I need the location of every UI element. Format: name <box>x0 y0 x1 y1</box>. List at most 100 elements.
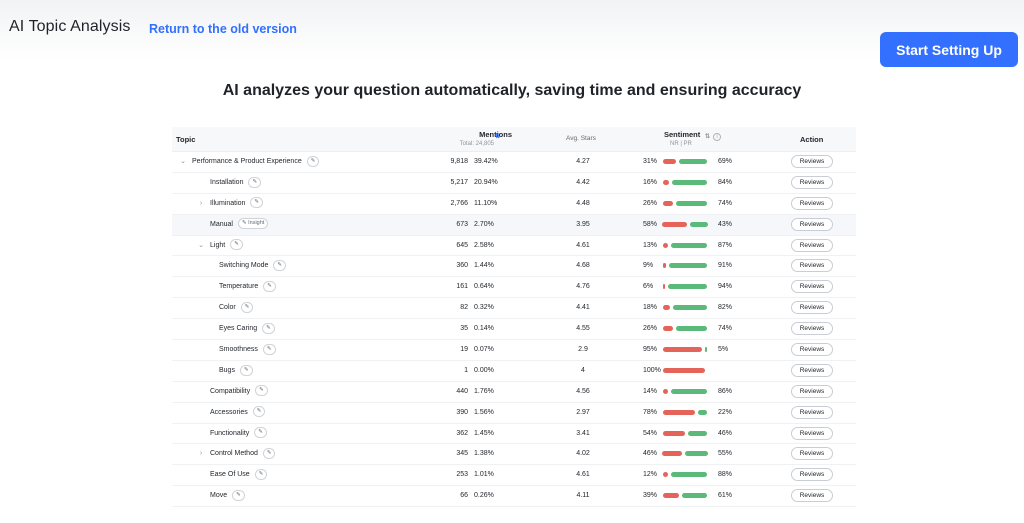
reviews-button[interactable]: Reviews <box>791 363 833 377</box>
mention-count: 161 <box>456 283 468 291</box>
edit-tag[interactable]: ✎ <box>306 155 320 167</box>
edit-tag[interactable]: ✎ <box>254 427 267 439</box>
edit-tag[interactable]: ✎ <box>232 489 245 501</box>
table-row[interactable]: Color ✎ 82 0.32% 4.41 18% 82% Reviews <box>172 298 856 320</box>
table-row[interactable]: Installation ✎ 5,217 20.94% 4.42 16% 84% Review… <box>172 173 856 194</box>
col-mentions[interactable]: Mentions <box>456 130 512 139</box>
positive-rate: 94% <box>718 283 733 291</box>
topic-label: Temperature <box>219 283 259 291</box>
avg-stars: 4.11 <box>576 492 590 500</box>
edit-icon: ✎ <box>241 220 247 227</box>
avg-stars: 4.56 <box>576 387 590 395</box>
positive-bar <box>669 263 708 269</box>
table-row[interactable]: Bugs ✎ 1 0.00% 4 100% Reviews <box>172 361 856 382</box>
table-row[interactable]: ⌄ Light ✎ 645 2.58% 4.61 13% 87% Reviews <box>172 236 856 257</box>
positive-bar <box>688 430 708 436</box>
action-cell: Reviews <box>791 444 833 464</box>
table-row[interactable]: Accessories ✎ 390 1.56% 2.97 78% 22% Reviews <box>172 403 856 424</box>
mention-percent: 20.94% <box>474 178 498 186</box>
reviews-button[interactable]: Reviews <box>791 489 833 503</box>
start-setting-up-button[interactable]: Start Setting Up <box>880 32 1018 67</box>
table-row[interactable]: Smoothness ✎ 19 0.07% 2.9 95% 5% Reviews <box>172 340 856 361</box>
action-cell: Reviews <box>791 486 833 506</box>
edit-icon: ✎ <box>254 199 260 206</box>
mention-count: 362 <box>456 429 468 437</box>
table-row[interactable]: Manual ✎ Insight 673 2.70% 3.95 58% 43% Reviews <box>172 214 856 236</box>
mention-count: 645 <box>456 241 468 249</box>
topic-name: Temperature ✎ <box>219 277 276 297</box>
chevron-icon[interactable]: › <box>197 194 205 214</box>
edit-tag[interactable]: ✎ <box>248 176 262 188</box>
table-row[interactable]: Eyes Caring ✎ 35 0.14% 4.55 26% 74% Reviews <box>172 319 856 341</box>
table-row[interactable]: Switching Mode ✎ 360 1.44% 4.68 9% 91% Reviews <box>172 256 856 278</box>
action-cell: Reviews <box>791 215 833 235</box>
topic-label: Functionality <box>210 429 250 437</box>
table-row[interactable]: Functionality ✎ 362 1.45% 3.41 54% 46% Reviews <box>172 424 856 445</box>
edit-tag[interactable]: ✎ <box>239 364 253 376</box>
table-row[interactable]: › Control Method ✎ 345 1.38% 4.02 46% 55% Review… <box>172 444 856 466</box>
reviews-button[interactable]: Reviews <box>791 384 833 398</box>
edit-tag[interactable]: ✎ <box>252 406 266 418</box>
edit-tag[interactable]: ✎ <box>262 322 275 334</box>
mention-percent: 0.14% <box>474 325 494 333</box>
edit-tag[interactable]: ✎ <box>262 448 276 460</box>
reviews-button[interactable]: Reviews <box>791 196 833 210</box>
topic-name: Ease Of Use ✎ <box>210 465 268 485</box>
positive-rate: 43% <box>718 220 733 228</box>
reviews-button[interactable]: Reviews <box>791 217 833 231</box>
edit-icon: ✎ <box>259 387 264 394</box>
positive-rate: 84% <box>718 178 733 186</box>
table-row[interactable]: › Illumination ✎ 2,766 11.10% 4.48 26% 74% Revie… <box>172 194 856 215</box>
old-version-link[interactable]: Return to the old version <box>149 22 297 36</box>
edit-tag[interactable]: ✎ <box>262 343 276 355</box>
chevron-icon[interactable]: ⌄ <box>179 152 187 172</box>
table-row[interactable]: Ease Of Use ✎ 253 1.01% 4.61 12% 88% Reviews <box>172 465 856 487</box>
action-cell: Reviews <box>791 340 833 360</box>
reviews-button[interactable]: Reviews <box>791 238 833 252</box>
table-row[interactable]: Compatibility ✎ 440 1.76% 4.56 14% 86% Reviews <box>172 382 856 403</box>
table-row[interactable]: ⌄ Performance & Product Experience ✎ 9,818 3… <box>172 152 856 173</box>
col-sentiment[interactable]: Sentiment <box>664 130 700 139</box>
reviews-button[interactable]: Reviews <box>791 343 833 357</box>
topic-name: Switching Mode ✎ <box>219 256 287 276</box>
chevron-icon[interactable]: › <box>197 444 205 464</box>
mention-percent: 1.76% <box>474 387 494 395</box>
mention-percent: 2.70% <box>474 220 494 228</box>
negative-bar <box>662 430 686 436</box>
tag-label: Insight <box>248 220 265 227</box>
mention-percent: 1.38% <box>474 450 494 458</box>
reviews-button[interactable]: Reviews <box>791 322 833 336</box>
sort-icon[interactable]: ⇅ <box>705 133 710 140</box>
edit-tag[interactable]: ✎ Insight <box>237 218 269 230</box>
edit-tag[interactable]: ✎ <box>255 385 268 397</box>
reviews-button[interactable]: Reviews <box>791 155 833 168</box>
table-row[interactable]: Temperature ✎ 161 0.64% 4.76 6% 94% Reviews <box>172 277 856 299</box>
info-icon[interactable]: i <box>713 133 721 141</box>
edit-tag[interactable]: ✎ <box>273 260 287 272</box>
table-row[interactable]: Move ✎ 66 0.26% 4.11 39% 61% Reviews <box>172 486 856 508</box>
edit-tag[interactable]: ✎ <box>230 239 243 251</box>
reviews-button[interactable]: Reviews <box>791 447 833 461</box>
edit-tag[interactable]: ✎ <box>250 197 264 209</box>
col-topic: Topic <box>176 135 196 144</box>
topic-name: Move ✎ <box>210 486 245 506</box>
reviews-button[interactable]: Reviews <box>791 405 833 419</box>
reviews-button[interactable]: Reviews <box>791 175 833 189</box>
chevron-icon[interactable]: ⌄ <box>197 236 205 256</box>
reviews-button[interactable]: Reviews <box>791 259 833 273</box>
edit-tag[interactable]: ✎ <box>254 469 268 481</box>
reviews-button[interactable]: Reviews <box>791 468 833 482</box>
edit-icon: ✎ <box>236 491 241 498</box>
reviews-button[interactable]: Reviews <box>791 301 833 315</box>
edit-tag[interactable]: ✎ <box>263 281 276 292</box>
edit-icon: ✎ <box>266 450 272 457</box>
sentiment-bar <box>662 236 708 256</box>
reviews-button[interactable]: Reviews <box>791 280 833 294</box>
mention-percent: 1.45% <box>474 429 494 437</box>
reviews-button[interactable]: Reviews <box>791 426 833 440</box>
positive-bar <box>673 305 708 311</box>
negative-bar <box>662 451 682 457</box>
sort-icon[interactable]: ⇅ <box>495 133 500 140</box>
edit-tag[interactable]: ✎ <box>240 301 254 313</box>
avg-stars: 3.95 <box>576 220 590 228</box>
